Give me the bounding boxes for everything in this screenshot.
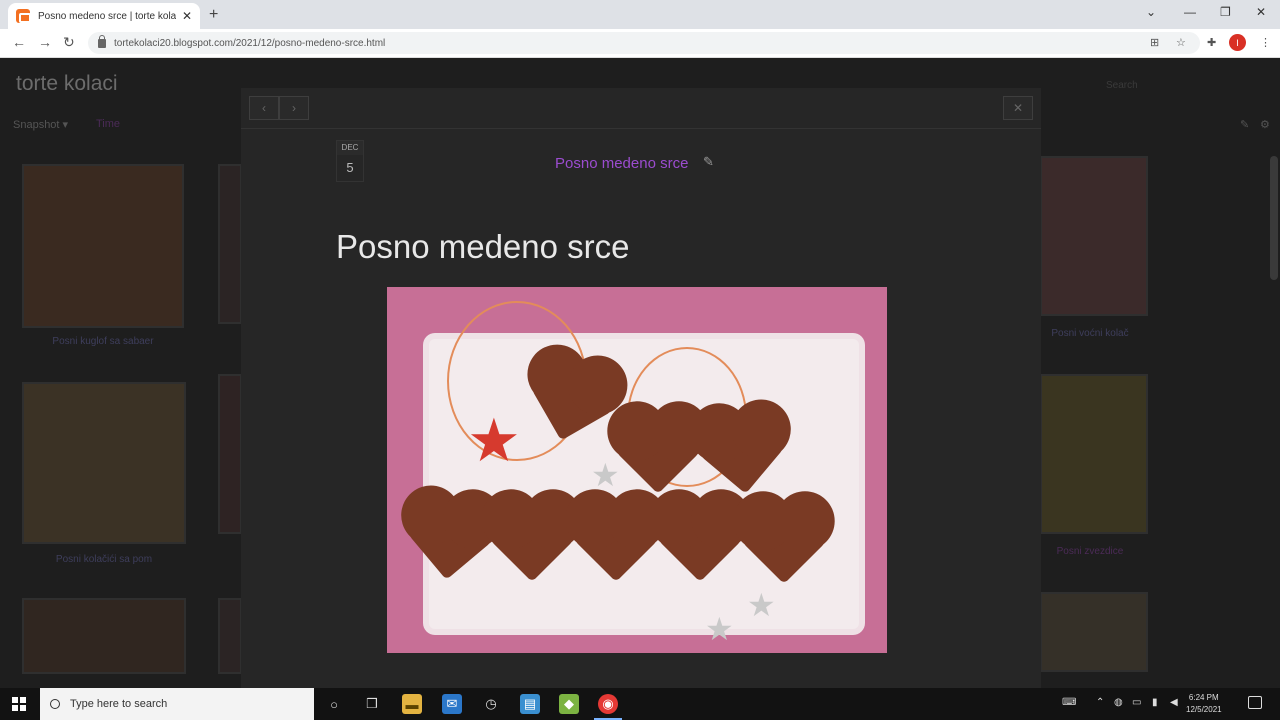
system-clock[interactable]: 6:24 PM 12/5/2021 <box>1186 692 1222 716</box>
windows-taskbar: Type here to search ○ ❒ ▬ ✉ ◷ ▤ ◆ ◉ ⌨ ⌃ … <box>0 688 1280 720</box>
date-month: DEC <box>337 141 363 155</box>
edit-pencil-icon[interactable]: ✎ <box>703 154 714 170</box>
extensions-puzzle-icon[interactable]: ✚ <box>1207 36 1216 49</box>
blog-search-input[interactable]: Search <box>1106 80 1138 91</box>
view-option-time[interactable]: Time <box>96 118 120 130</box>
previous-post-button[interactable]: ‹ <box>249 96 279 120</box>
thumbnail-image[interactable] <box>22 598 186 674</box>
blog-title[interactable]: torte kolaci <box>16 72 118 96</box>
keyboard-icon[interactable]: ⌨ <box>1062 697 1076 708</box>
thumbnail-image[interactable] <box>22 382 186 544</box>
edit-pencil-icon[interactable]: ✎ <box>1240 118 1249 131</box>
lock-icon <box>98 34 106 48</box>
date-day: 5 <box>346 160 354 175</box>
network-icon[interactable]: ▭ <box>1132 697 1141 708</box>
close-lightbox-button[interactable]: ✕ <box>1003 96 1033 120</box>
task-view-icon[interactable]: ❒ <box>362 694 382 714</box>
tray-chevron-icon[interactable]: ⌃ <box>1096 697 1104 708</box>
settings-icon[interactable]: ⚙ <box>1260 118 1270 131</box>
maximize-icon[interactable]: ❐ <box>1220 5 1231 19</box>
thumbnail-image[interactable] <box>218 164 242 324</box>
windows-start-icon[interactable] <box>12 697 26 711</box>
post-lightbox: ‹ › ✕ DEC 5 Posno medeno srce ✎ Posno me… <box>241 88 1041 688</box>
browser-tab[interactable]: Posno medeno srce | torte kolaci ✕ <box>8 3 200 29</box>
post-date-badge: DEC 5 <box>336 140 364 182</box>
silver-star-icon: ★ <box>747 587 776 623</box>
thumbnail-caption[interactable]: Posni zvezdice <box>1040 546 1140 557</box>
app-stack-icon[interactable]: ◆ <box>559 694 579 714</box>
thumbnail-caption[interactable]: Posni kuglof sa sabaer <box>22 336 184 347</box>
forward-arrow-icon[interactable]: → <box>38 34 52 50</box>
url-text: tortekolaci20.blogspot.com/2021/12/posno… <box>114 37 386 49</box>
thumbnail-caption[interactable]: Posni voćni kolač <box>1040 328 1140 339</box>
page-scrollbar[interactable] <box>1270 156 1278 280</box>
notepad-icon[interactable]: ▤ <box>520 694 540 714</box>
thumbnail-image[interactable] <box>1040 374 1148 534</box>
chrome-icon[interactable]: ◉ <box>598 694 618 714</box>
clock-time: 6:24 PM <box>1188 693 1219 702</box>
reload-icon[interactable]: ↻ <box>63 34 75 51</box>
clock-app-icon[interactable]: ◷ <box>481 694 501 714</box>
cortana-icon[interactable]: ○ <box>324 694 344 714</box>
silver-star-icon: ★ <box>705 611 734 647</box>
post-heading: Posno medeno srce <box>336 228 630 265</box>
thumbnail-image[interactable] <box>218 598 242 674</box>
tab-bar: Posno medeno srce | torte kolaci ✕ + ⌄ —… <box>0 0 1280 29</box>
window-close-icon[interactable]: ✕ <box>1256 5 1266 19</box>
people-icon[interactable]: ◍ <box>1114 697 1123 708</box>
silver-star-icon: ★ <box>591 457 620 493</box>
back-arrow-icon[interactable]: ← <box>12 34 26 50</box>
new-tab-button[interactable]: + <box>209 6 218 24</box>
red-star-ornament-icon: ★ <box>467 407 521 474</box>
thumbnail-image[interactable] <box>1040 592 1148 672</box>
browser-toolbar: ← → ↻ tortekolaci20.blogspot.com/2021/12… <box>0 29 1280 58</box>
minimize-icon[interactable]: — <box>1184 5 1196 19</box>
taskbar-search-box[interactable]: Type here to search <box>40 688 314 720</box>
address-bar[interactable]: tortekolaci20.blogspot.com/2021/12/posno… <box>88 32 1200 54</box>
volume-icon[interactable]: ◀ <box>1170 697 1178 708</box>
bookmark-star-icon[interactable]: ☆ <box>1176 36 1186 49</box>
tab-title: Posno medeno srce | torte kolaci <box>38 10 176 22</box>
menu-kebab-icon[interactable]: ⋮ <box>1260 36 1271 49</box>
next-post-button[interactable]: › <box>279 96 309 120</box>
post-photo[interactable]: ★ ★ ★ ★ <box>387 287 887 653</box>
post-title-link[interactable]: Posno medeno srce <box>555 155 688 172</box>
tab-search-icon[interactable]: ⌄ <box>1146 5 1156 19</box>
thumbnail-image[interactable] <box>218 374 242 534</box>
tab-close-icon[interactable]: ✕ <box>182 9 192 23</box>
taskbar-search-placeholder: Type here to search <box>70 698 168 710</box>
mail-icon[interactable]: ✉ <box>442 694 462 714</box>
lightbox-header: ‹ › ✕ <box>241 88 1041 129</box>
file-explorer-icon[interactable]: ▬ <box>402 694 422 714</box>
install-app-icon[interactable]: ⊞ <box>1150 36 1159 49</box>
thumbnail-caption[interactable]: Posni kolačići sa pom <box>22 554 186 565</box>
blogger-favicon-icon <box>16 9 31 23</box>
thumbnail-image[interactable] <box>22 164 184 328</box>
notification-icon[interactable] <box>1248 696 1262 709</box>
search-icon <box>50 699 60 709</box>
profile-avatar[interactable]: I <box>1229 34 1246 51</box>
clock-date: 12/5/2021 <box>1186 705 1222 714</box>
battery-icon[interactable]: ▮ <box>1152 697 1158 708</box>
thumbnail-image[interactable] <box>1040 156 1148 316</box>
view-selector[interactable]: Snapshot ▾ <box>13 118 68 131</box>
